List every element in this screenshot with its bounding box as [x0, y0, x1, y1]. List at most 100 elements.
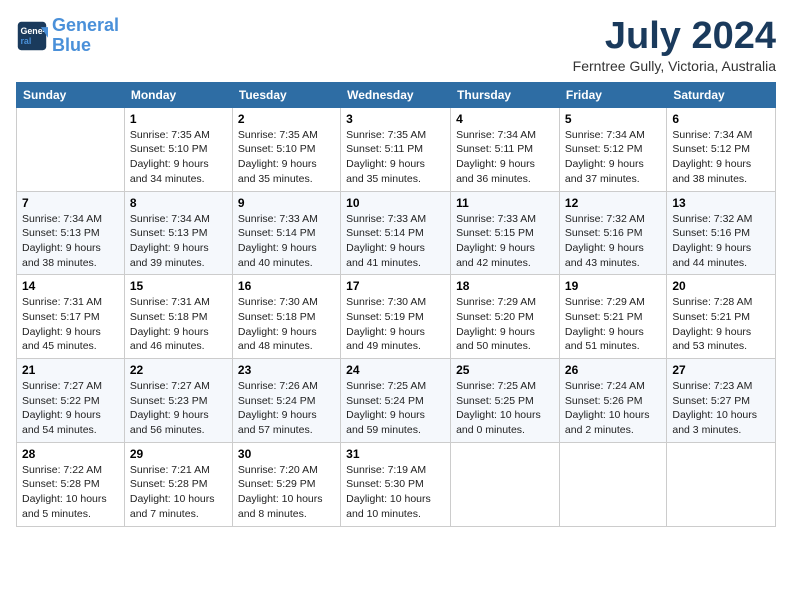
calendar-cell: 6 Sunrise: 7:34 AM Sunset: 5:12 PM Daylig… [667, 107, 776, 191]
calendar-cell: 19 Sunrise: 7:29 AM Sunset: 5:21 PM Dayli… [559, 275, 666, 359]
cell-content: Sunrise: 7:32 AM Sunset: 5:16 PM Dayligh… [672, 212, 770, 271]
calendar-cell: 17 Sunrise: 7:30 AM Sunset: 5:19 PM Dayli… [341, 275, 451, 359]
day-number: 11 [456, 196, 554, 210]
calendar-cell [667, 442, 776, 526]
calendar-cell: 3 Sunrise: 7:35 AM Sunset: 5:11 PM Daylig… [341, 107, 451, 191]
calendar-cell: 30Sunrise: 7:20 AM Sunset: 5:29 PM Dayli… [232, 442, 340, 526]
calendar-cell: 22 Sunrise: 7:27 AM Sunset: 5:23 PM Dayli… [124, 359, 232, 443]
calendar-cell: 10 Sunrise: 7:33 AM Sunset: 5:14 PM Dayli… [341, 191, 451, 275]
column-header-monday: Monday [124, 82, 232, 107]
calendar-cell [451, 442, 560, 526]
calendar-cell: 9 Sunrise: 7:33 AM Sunset: 5:14 PM Daylig… [232, 191, 340, 275]
cell-content: Sunrise: 7:21 AM Sunset: 5:28 PM Dayligh… [130, 463, 227, 522]
day-number: 5 [565, 112, 661, 126]
day-number: 24 [346, 363, 445, 377]
cell-content: Sunrise: 7:32 AM Sunset: 5:16 PM Dayligh… [565, 212, 661, 271]
calendar-cell: 15 Sunrise: 7:31 AM Sunset: 5:18 PM Dayli… [124, 275, 232, 359]
calendar-cell [559, 442, 666, 526]
cell-content: Sunrise: 7:35 AM Sunset: 5:10 PM Dayligh… [238, 128, 335, 187]
calendar-cell: 28 Sunrise: 7:22 AM Sunset: 5:28 PM Dayli… [17, 442, 125, 526]
cell-content: Sunrise: 7:25 AM Sunset: 5:25 PM Dayligh… [456, 379, 554, 438]
day-number: 19 [565, 279, 661, 293]
cell-content: Sunrise: 7:22 AM Sunset: 5:28 PM Dayligh… [22, 463, 119, 522]
cell-content: Sunrise: 7:34 AM Sunset: 5:12 PM Dayligh… [565, 128, 661, 187]
calendar-week-row: 14Sunrise: 7:31 AM Sunset: 5:17 PM Dayli… [17, 275, 776, 359]
day-number: 2 [238, 112, 335, 126]
day-number: 31 [346, 447, 445, 461]
cell-content: Sunrise: 7:19 AM Sunset: 5:30 PM Dayligh… [346, 463, 445, 522]
calendar-cell [17, 107, 125, 191]
day-number: 13 [672, 196, 770, 210]
day-number: 18 [456, 279, 554, 293]
svg-text:ral: ral [20, 36, 31, 46]
cell-content: Sunrise: 7:28 AM Sunset: 5:21 PM Dayligh… [672, 295, 770, 354]
day-number: 15 [130, 279, 227, 293]
page-header: Gene- ral General Blue July 2024 Ferntre… [16, 16, 776, 74]
cell-content: Sunrise: 7:35 AM Sunset: 5:10 PM Dayligh… [130, 128, 227, 187]
logo-icon: Gene- ral [16, 20, 48, 52]
calendar-body: 1Sunrise: 7:35 AM Sunset: 5:10 PM Daylig… [17, 107, 776, 526]
cell-content: Sunrise: 7:30 AM Sunset: 5:19 PM Dayligh… [346, 295, 445, 354]
calendar-cell: 20 Sunrise: 7:28 AM Sunset: 5:21 PM Dayli… [667, 275, 776, 359]
cell-content: Sunrise: 7:24 AM Sunset: 5:26 PM Dayligh… [565, 379, 661, 438]
cell-content: Sunrise: 7:25 AM Sunset: 5:24 PM Dayligh… [346, 379, 445, 438]
day-number: 21 [22, 363, 119, 377]
column-header-saturday: Saturday [667, 82, 776, 107]
calendar-week-row: 21Sunrise: 7:27 AM Sunset: 5:22 PM Dayli… [17, 359, 776, 443]
cell-content: Sunrise: 7:34 AM Sunset: 5:11 PM Dayligh… [456, 128, 554, 187]
day-number: 26 [565, 363, 661, 377]
cell-content: Sunrise: 7:29 AM Sunset: 5:21 PM Dayligh… [565, 295, 661, 354]
day-number: 9 [238, 196, 335, 210]
calendar-cell: 2 Sunrise: 7:35 AM Sunset: 5:10 PM Daylig… [232, 107, 340, 191]
cell-content: Sunrise: 7:35 AM Sunset: 5:11 PM Dayligh… [346, 128, 445, 187]
calendar-cell: 21Sunrise: 7:27 AM Sunset: 5:22 PM Dayli… [17, 359, 125, 443]
calendar-cell: 8Sunrise: 7:34 AM Sunset: 5:13 PM Daylig… [124, 191, 232, 275]
cell-content: Sunrise: 7:33 AM Sunset: 5:14 PM Dayligh… [346, 212, 445, 271]
cell-content: Sunrise: 7:31 AM Sunset: 5:17 PM Dayligh… [22, 295, 119, 354]
day-number: 16 [238, 279, 335, 293]
calendar-week-row: 28 Sunrise: 7:22 AM Sunset: 5:28 PM Dayli… [17, 442, 776, 526]
day-number: 28 [22, 447, 119, 461]
calendar-cell: 18 Sunrise: 7:29 AM Sunset: 5:20 PM Dayli… [451, 275, 560, 359]
calendar-cell: 24 Sunrise: 7:25 AM Sunset: 5:24 PM Dayli… [341, 359, 451, 443]
calendar-cell: 16 Sunrise: 7:30 AM Sunset: 5:18 PM Dayli… [232, 275, 340, 359]
day-number: 23 [238, 363, 335, 377]
day-number: 7 [22, 196, 119, 210]
day-number: 17 [346, 279, 445, 293]
calendar-cell: 27Sunrise: 7:23 AM Sunset: 5:27 PM Dayli… [667, 359, 776, 443]
calendar-cell: 29Sunrise: 7:21 AM Sunset: 5:28 PM Dayli… [124, 442, 232, 526]
cell-content: Sunrise: 7:29 AM Sunset: 5:20 PM Dayligh… [456, 295, 554, 354]
day-number: 20 [672, 279, 770, 293]
day-number: 27 [672, 363, 770, 377]
column-header-sunday: Sunday [17, 82, 125, 107]
calendar-week-row: 1Sunrise: 7:35 AM Sunset: 5:10 PM Daylig… [17, 107, 776, 191]
cell-content: Sunrise: 7:34 AM Sunset: 5:12 PM Dayligh… [672, 128, 770, 187]
logo: Gene- ral General Blue [16, 16, 119, 56]
day-number: 22 [130, 363, 227, 377]
calendar-cell: 14Sunrise: 7:31 AM Sunset: 5:17 PM Dayli… [17, 275, 125, 359]
day-number: 30 [238, 447, 335, 461]
column-header-friday: Friday [559, 82, 666, 107]
calendar-cell: 1Sunrise: 7:35 AM Sunset: 5:10 PM Daylig… [124, 107, 232, 191]
cell-content: Sunrise: 7:33 AM Sunset: 5:15 PM Dayligh… [456, 212, 554, 271]
calendar-cell: 5 Sunrise: 7:34 AM Sunset: 5:12 PM Daylig… [559, 107, 666, 191]
calendar-cell: 31 Sunrise: 7:19 AM Sunset: 5:30 PM Dayli… [341, 442, 451, 526]
cell-content: Sunrise: 7:33 AM Sunset: 5:14 PM Dayligh… [238, 212, 335, 271]
calendar-cell: 13 Sunrise: 7:32 AM Sunset: 5:16 PM Dayli… [667, 191, 776, 275]
cell-content: Sunrise: 7:34 AM Sunset: 5:13 PM Dayligh… [22, 212, 119, 271]
day-number: 3 [346, 112, 445, 126]
day-number: 6 [672, 112, 770, 126]
cell-content: Sunrise: 7:27 AM Sunset: 5:23 PM Dayligh… [130, 379, 227, 438]
title-block: July 2024 Ferntree Gully, Victoria, Aust… [573, 16, 776, 74]
calendar-week-row: 7 Sunrise: 7:34 AM Sunset: 5:13 PM Daylig… [17, 191, 776, 275]
day-number: 10 [346, 196, 445, 210]
calendar-cell: 7 Sunrise: 7:34 AM Sunset: 5:13 PM Daylig… [17, 191, 125, 275]
cell-content: Sunrise: 7:30 AM Sunset: 5:18 PM Dayligh… [238, 295, 335, 354]
column-header-wednesday: Wednesday [341, 82, 451, 107]
cell-content: Sunrise: 7:26 AM Sunset: 5:24 PM Dayligh… [238, 379, 335, 438]
cell-content: Sunrise: 7:31 AM Sunset: 5:18 PM Dayligh… [130, 295, 227, 354]
calendar-cell: 12Sunrise: 7:32 AM Sunset: 5:16 PM Dayli… [559, 191, 666, 275]
location-subtitle: Ferntree Gully, Victoria, Australia [573, 58, 776, 74]
day-number: 4 [456, 112, 554, 126]
logo-text: General Blue [52, 16, 119, 56]
